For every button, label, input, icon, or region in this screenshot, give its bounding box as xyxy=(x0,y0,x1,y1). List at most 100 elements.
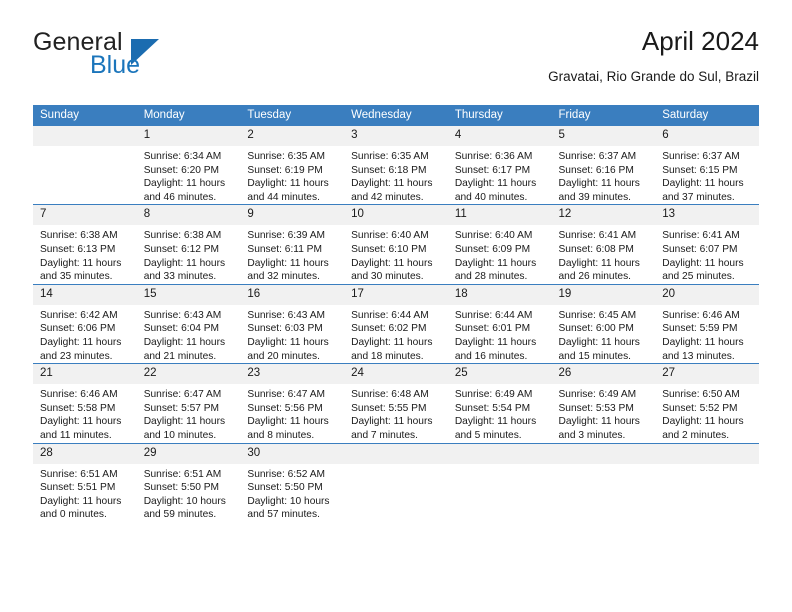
calendar-day-cell[interactable]: 12 Sunrise: 6:41 AM Sunset: 6:08 PM Dayligh… xyxy=(551,204,656,285)
sunrise-text: Sunrise: 6:35 AM xyxy=(247,151,325,162)
sunset-text: Sunset: 6:11 PM xyxy=(247,243,322,255)
calendar-table: Sunday Monday Tuesday Wednesday Thursday Frid… xyxy=(33,105,759,522)
weekday-header-thursday: Thursday xyxy=(447,105,552,126)
day-number: 15 xyxy=(136,284,241,305)
day-details: Sunrise: 6:35 AM Sunset: 6:18 PM Daylight:… xyxy=(344,146,448,204)
sunset-text: Sunset: 6:20 PM xyxy=(143,164,220,176)
daylight-text: Daylight: 11 hours and 23 minutes. xyxy=(40,336,122,362)
sunset-text: Sunset: 6:08 PM xyxy=(558,243,634,255)
calendar-day-cell[interactable]: 1 Sunrise: 6:34 AM Sunset: 6:20 PM Daylight… xyxy=(136,126,241,205)
calendar-day-cell[interactable]: 30 Sunrise: 6:52 AM Sunset: 5:50 PM Dayligh… xyxy=(240,442,345,522)
calendar-day-cell[interactable]: 17 Sunrise: 6:44 AM Sunset: 6:02 PM Dayligh… xyxy=(344,283,448,364)
daylight-text: Daylight: 11 hours and 2 minutes. xyxy=(662,416,744,441)
calendar-day-cell[interactable]: 21 Sunrise: 6:46 AM Sunset: 5:58 PM Dayligh… xyxy=(33,363,137,443)
day-number xyxy=(447,443,552,464)
sunset-text: Sunset: 5:58 PM xyxy=(40,402,116,414)
sunset-text: Sunset: 6:16 PM xyxy=(558,164,634,176)
general-blue-logo[interactable]: General Blue xyxy=(33,26,213,84)
weekday-header-wednesday: Wednesday xyxy=(344,105,448,126)
calendar-day-cell[interactable]: 26 Sunrise: 6:49 AM Sunset: 5:53 PM Dayligh… xyxy=(551,363,656,443)
daylight-text: Daylight: 11 hours and 0 minutes. xyxy=(40,495,122,521)
day-details: Sunrise: 6:39 AM Sunset: 6:11 PM Daylight:… xyxy=(240,225,344,283)
daylight-text: Daylight: 11 hours and 30 minutes. xyxy=(351,257,433,283)
sunset-text: Sunset: 5:52 PM xyxy=(662,402,738,414)
day-number: 8 xyxy=(136,205,241,226)
day-details: Sunrise: 6:38 AM Sunset: 6:12 PM Daylight:… xyxy=(137,225,241,283)
day-number: 18 xyxy=(447,284,552,305)
sunrise-text: Sunrise: 6:40 AM xyxy=(454,230,533,242)
day-number: 11 xyxy=(447,205,552,226)
day-number: 9 xyxy=(240,205,345,226)
sunrise-text: Sunrise: 6:47 AM xyxy=(247,389,325,401)
day-number: 29 xyxy=(136,443,241,464)
calendar-day-cell[interactable]: 9 Sunrise: 6:39 AM Sunset: 6:11 PM Daylight… xyxy=(240,204,345,285)
day-details: Sunrise: 6:49 AM Sunset: 5:54 PM Daylight:… xyxy=(448,384,552,442)
sunset-text: Sunset: 5:53 PM xyxy=(558,402,634,414)
calendar-day-cell[interactable]: 13 Sunrise: 6:41 AM Sunset: 6:07 PM Dayligh… xyxy=(655,204,759,285)
day-details: Sunrise: 6:37 AM Sunset: 6:15 PM Daylight:… xyxy=(655,146,759,204)
day-number xyxy=(33,126,137,146)
calendar-day-cell[interactable]: 8 Sunrise: 6:38 AM Sunset: 6:12 PM Daylight… xyxy=(136,204,241,285)
day-details: Sunrise: 6:37 AM Sunset: 6:16 PM Daylight:… xyxy=(552,146,656,204)
sunrise-text: Sunrise: 6:46 AM xyxy=(662,309,740,321)
calendar-day-cell[interactable]: 24 Sunrise: 6:48 AM Sunset: 5:55 PM Dayligh… xyxy=(344,363,448,443)
calendar-day-cell[interactable]: 23 Sunrise: 6:47 AM Sunset: 5:56 PM Dayligh… xyxy=(240,363,345,443)
calendar-day-cell[interactable]: 3 Sunrise: 6:35 AM Sunset: 6:18 PM Daylight… xyxy=(344,126,448,205)
sunset-text: Sunset: 6:15 PM xyxy=(662,164,738,176)
daylight-text: Daylight: 11 hours and 28 minutes. xyxy=(454,257,537,283)
daylight-text: Daylight: 11 hours and 20 minutes. xyxy=(247,336,329,362)
sunrise-text: Sunrise: 6:43 AM xyxy=(247,309,325,321)
calendar-day-cell[interactable]: 27 Sunrise: 6:50 AM Sunset: 5:52 PM Dayligh… xyxy=(655,363,759,443)
calendar-day-cell[interactable]: 10 Sunrise: 6:40 AM Sunset: 6:10 PM Dayligh… xyxy=(344,204,448,285)
calendar-day-cell[interactable]: 22 Sunrise: 6:47 AM Sunset: 5:57 PM Dayligh… xyxy=(136,363,241,443)
calendar-day-cell[interactable]: 25 Sunrise: 6:49 AM Sunset: 5:54 PM Dayligh… xyxy=(447,363,552,443)
calendar-day-cell[interactable]: 18 Sunrise: 6:44 AM Sunset: 6:01 PM Dayligh… xyxy=(447,283,552,364)
daylight-text: Daylight: 11 hours and 3 minutes. xyxy=(558,416,640,441)
sunrise-text: Sunrise: 6:51 AM xyxy=(40,468,118,480)
calendar-day-cell[interactable]: 29 Sunrise: 6:51 AM Sunset: 5:50 PM Dayligh… xyxy=(136,442,241,522)
sunrise-text: Sunrise: 6:49 AM xyxy=(558,389,637,401)
day-details: Sunrise: 6:47 AM Sunset: 5:57 PM Daylight:… xyxy=(137,384,241,442)
calendar-day-cell[interactable]: 20 Sunrise: 6:46 AM Sunset: 5:59 PM Dayligh… xyxy=(655,283,759,364)
sunrise-text: Sunrise: 6:49 AM xyxy=(454,389,533,401)
calendar-day-cell[interactable]: 15 Sunrise: 6:43 AM Sunset: 6:04 PM Dayligh… xyxy=(136,283,241,364)
sunrise-text: Sunrise: 6:41 AM xyxy=(662,230,740,242)
day-details: Sunrise: 6:44 AM Sunset: 6:01 PM Daylight:… xyxy=(448,305,552,363)
sunset-text: Sunset: 5:56 PM xyxy=(247,402,323,414)
daylight-text: Daylight: 11 hours and 10 minutes. xyxy=(143,416,226,441)
calendar-day-cell[interactable]: 5 Sunrise: 6:37 AM Sunset: 6:16 PM Daylight… xyxy=(551,126,656,205)
calendar-day-cell[interactable]: 7 Sunrise: 6:38 AM Sunset: 6:13 PM Daylight… xyxy=(33,204,137,285)
sunset-text: Sunset: 6:03 PM xyxy=(247,323,323,335)
calendar-day-cell-empty xyxy=(655,442,759,522)
sunrise-text: Sunrise: 6:39 AM xyxy=(247,230,325,242)
daylight-text: Daylight: 11 hours and 5 minutes. xyxy=(454,416,537,441)
calendar-day-cell[interactable]: 11 Sunrise: 6:40 AM Sunset: 6:09 PM Dayligh… xyxy=(447,204,552,285)
daylight-text: Daylight: 11 hours and 46 minutes. xyxy=(143,178,226,203)
day-details: Sunrise: 6:42 AM Sunset: 6:06 PM Daylight:… xyxy=(33,305,137,363)
sunrise-text: Sunrise: 6:46 AM xyxy=(40,389,118,401)
sunrise-text: Sunrise: 6:40 AM xyxy=(351,230,429,242)
calendar-day-cell[interactable]: 6 Sunrise: 6:37 AM Sunset: 6:15 PM Daylight… xyxy=(655,126,759,205)
calendar-day-cell[interactable]: 4 Sunrise: 6:36 AM Sunset: 6:17 PM Daylight… xyxy=(447,126,552,205)
calendar-day-cell[interactable]: 28 Sunrise: 6:51 AM Sunset: 5:51 PM Dayligh… xyxy=(33,442,137,522)
daylight-text: Daylight: 11 hours and 15 minutes. xyxy=(558,336,640,362)
day-details: Sunrise: 6:34 AM Sunset: 6:20 PM Daylight:… xyxy=(137,146,241,204)
calendar-day-cell[interactable]: 2 Sunrise: 6:35 AM Sunset: 6:19 PM Daylight… xyxy=(240,126,345,205)
sunset-text: Sunset: 6:04 PM xyxy=(143,323,220,335)
calendar-day-cell[interactable]: 19 Sunrise: 6:45 AM Sunset: 6:00 PM Dayligh… xyxy=(551,283,656,364)
calendar-day-cell-empty xyxy=(551,442,656,522)
day-number: 27 xyxy=(655,364,759,385)
calendar-day-cell[interactable]: 16 Sunrise: 6:43 AM Sunset: 6:03 PM Dayligh… xyxy=(240,283,345,364)
sunrise-text: Sunrise: 6:52 AM xyxy=(247,468,325,480)
sunrise-text: Sunrise: 6:37 AM xyxy=(558,151,637,162)
day-details: Sunrise: 6:50 AM Sunset: 5:52 PM Daylight:… xyxy=(655,384,759,442)
weekday-header-sunday: Sunday xyxy=(33,105,137,126)
calendar-day-cell[interactable]: 14 Sunrise: 6:42 AM Sunset: 6:06 PM Dayligh… xyxy=(33,283,137,364)
sunrise-text: Sunrise: 6:44 AM xyxy=(454,309,533,321)
day-number: 25 xyxy=(447,364,552,385)
day-number xyxy=(344,443,448,464)
calendar-body: 1 Sunrise: 6:34 AM Sunset: 6:20 PM Daylight… xyxy=(33,126,759,522)
daylight-text: Daylight: 11 hours and 26 minutes. xyxy=(558,257,640,283)
daylight-text: Daylight: 10 hours and 57 minutes. xyxy=(247,495,330,521)
sunset-text: Sunset: 6:09 PM xyxy=(454,243,531,255)
